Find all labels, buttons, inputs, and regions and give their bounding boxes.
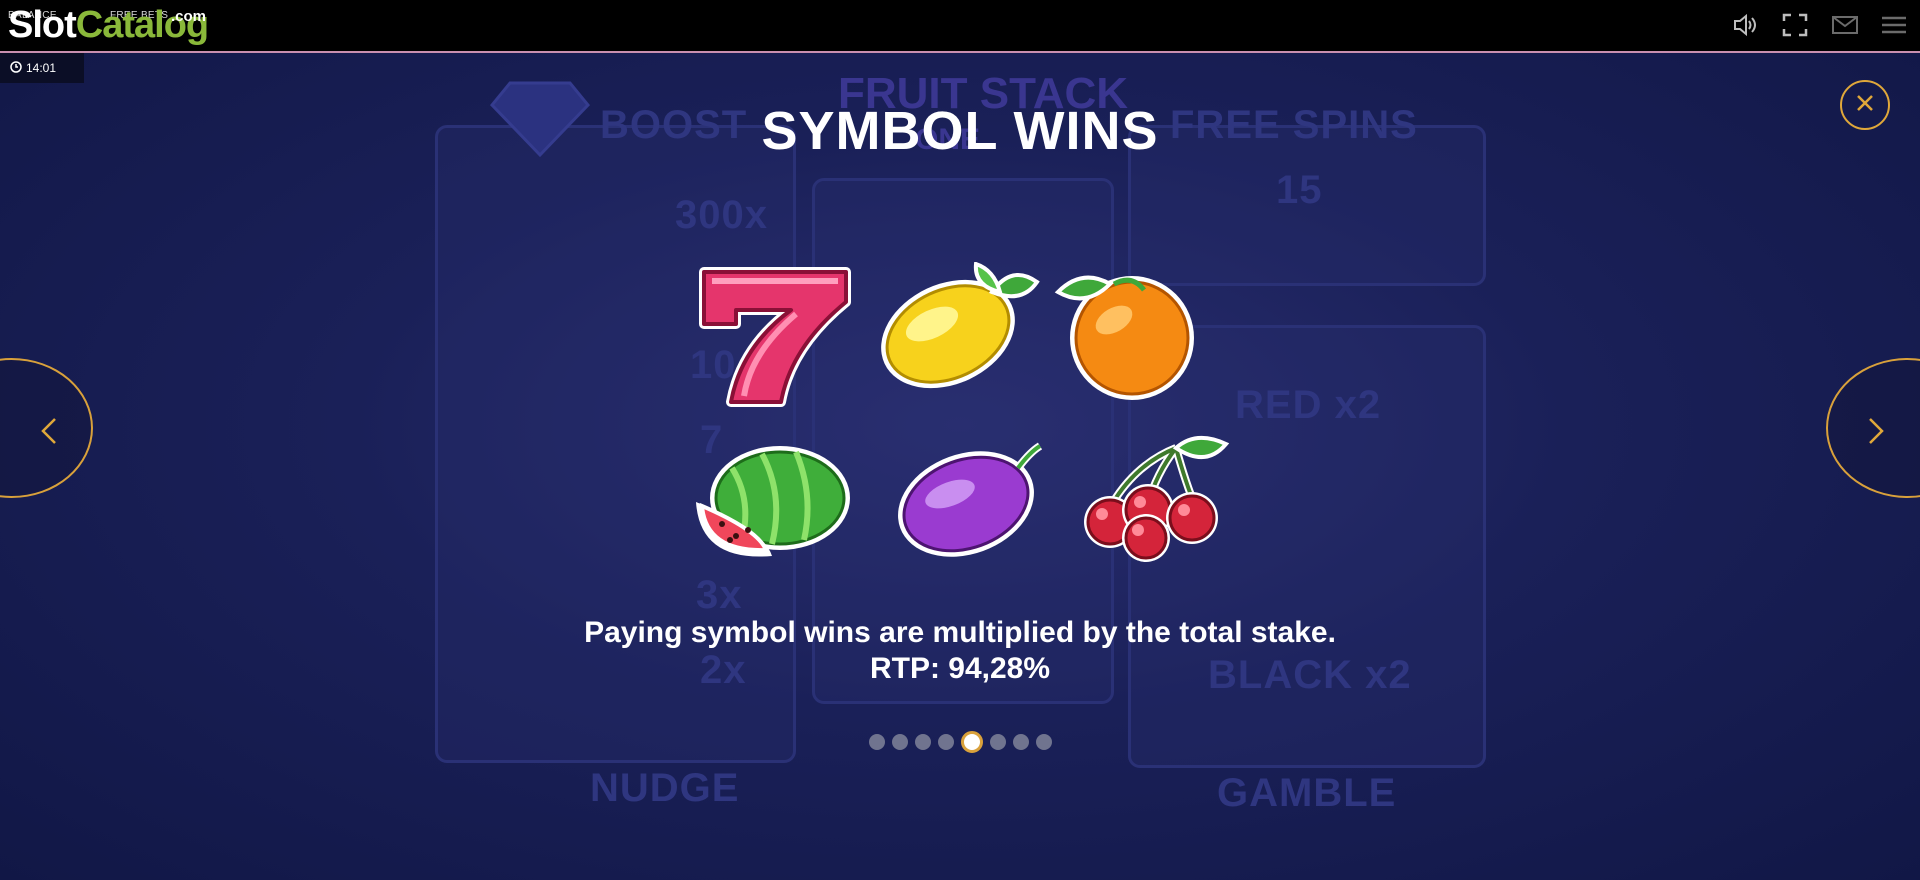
bg-3x: 3x [696,573,743,617]
pagination-dot[interactable] [1035,734,1052,750]
bg-nudge: NUDGE [590,766,740,810]
dialog-title: SYMBOL WINS [761,101,1159,161]
clock-icon [10,60,22,76]
sound-icon[interactable] [1732,13,1758,41]
pagination-dot[interactable] [914,734,931,750]
chevron-left-icon [41,418,56,444]
watermelon-symbol-icon [696,446,850,557]
mail-icon[interactable] [1831,13,1859,41]
chevron-right-icon [1869,418,1884,444]
top-bar: BALANCE FREE BETS SlotCatalog .com [0,0,1920,53]
rtp-text: RTP: 94,28% [869,652,1051,685]
orange-symbol-icon [1054,275,1194,400]
symbol-wins-description: Paying symbol wins are multiplied by the… [0,615,1920,687]
menu-icon[interactable] [1880,13,1908,41]
bg-300x: 300x [675,193,768,237]
pagination-dot[interactable] [891,734,908,750]
fullscreen-icon[interactable] [1782,13,1808,41]
pagination-dots [0,731,1920,753]
bg-gamble: GAMBLE [1217,771,1397,815]
session-clock: 14:01 [0,53,84,83]
bg-red-x2: RED x2 [1235,383,1382,427]
pagination-dot[interactable] [989,734,1006,750]
plum-symbol-icon [898,442,1043,557]
clock-time: 14:01 [26,61,57,75]
seven-symbol-icon [699,267,851,407]
cherries-symbol-icon [1084,436,1230,562]
bg-free-spins-count: 15 [1276,168,1323,212]
pagination-dot[interactable] [1012,734,1029,750]
lemon-symbol-icon [881,262,1040,389]
pagination-dot-active[interactable] [960,731,983,753]
description-text: Paying symbol wins are multiplied by the… [584,616,1336,649]
pagination-dot[interactable] [868,734,885,750]
pagination-dot[interactable] [937,734,954,750]
slotcatalog-watermark: SlotCatalog .com [8,4,209,46]
